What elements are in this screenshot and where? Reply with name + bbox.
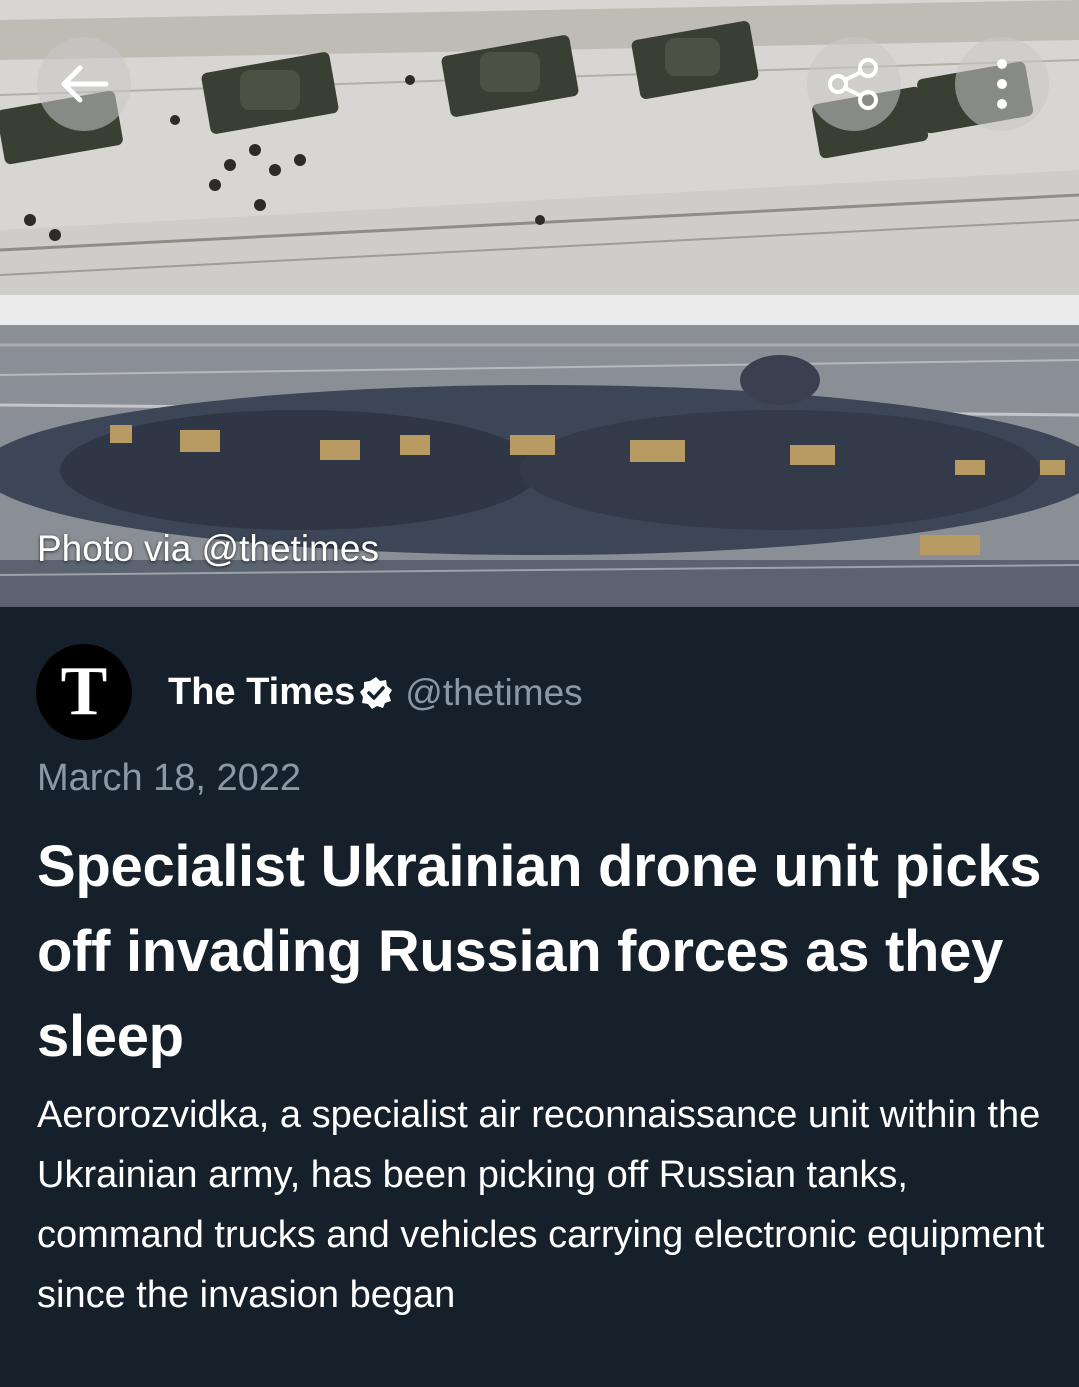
back-button[interactable]: [37, 37, 131, 131]
author-handle[interactable]: @thetimes: [405, 672, 582, 714]
avatar-letter: T: [60, 653, 108, 730]
more-options-button[interactable]: [955, 37, 1049, 131]
share-icon: [828, 58, 878, 110]
author-name[interactable]: The Times: [168, 671, 355, 714]
article-card[interactable]: T The Times @thetimes March 18, 2022 Spe…: [0, 607, 1079, 1387]
more-vertical-icon: [997, 59, 1007, 109]
article-headline[interactable]: Specialist Ukrainian drone unit picks of…: [37, 824, 1047, 1079]
article-hero-image[interactable]: Photo via @thetimes: [0, 0, 1079, 607]
share-button[interactable]: [807, 37, 901, 131]
publish-date: March 18, 2022: [37, 757, 302, 799]
author-row[interactable]: The Times @thetimes: [168, 671, 583, 714]
article-summary: Aerorozvidka, a specialist air reconnais…: [37, 1094, 1045, 1316]
photo-credit: Photo via @thetimes: [37, 528, 379, 569]
verified-badge-icon: [359, 676, 393, 710]
author-avatar[interactable]: T: [36, 644, 132, 740]
aerial-photo: [0, 0, 1079, 607]
arrow-left-icon: [61, 65, 109, 103]
